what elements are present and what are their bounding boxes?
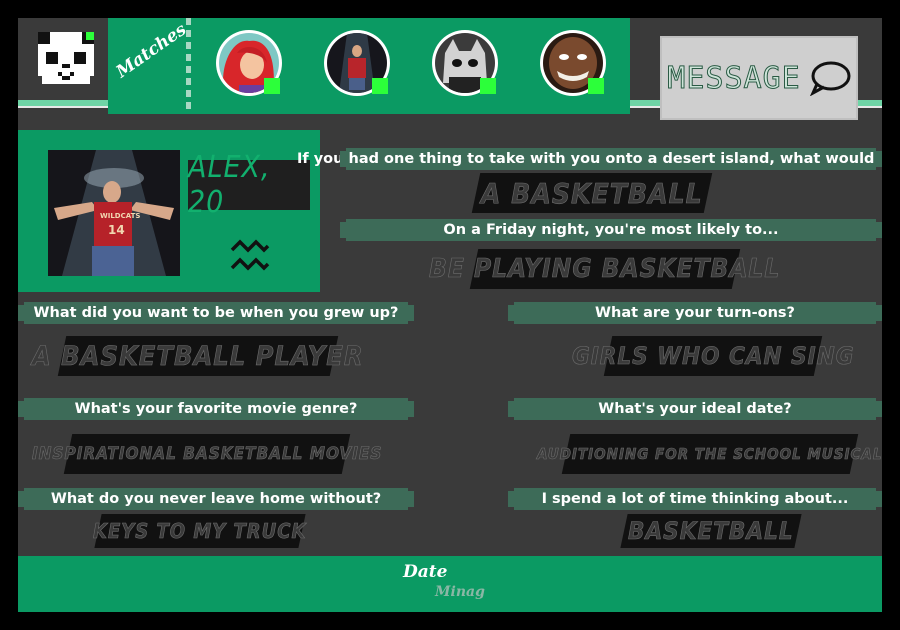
- footer-logo-line1: Date: [403, 562, 448, 582]
- footer-logo-line2: Minag: [435, 584, 485, 600]
- match-avatar-grin[interactable]: [540, 30, 606, 96]
- speech-bubble-icon: [809, 61, 851, 96]
- answer-never-leave: KEYS TO MY TRUCK: [93, 514, 307, 548]
- match-avatar-alex[interactable]: [324, 30, 390, 96]
- message-button[interactable]: MESSAGE: [660, 36, 858, 120]
- question-desert-island: If you had one thing to take with you on…: [297, 148, 882, 170]
- aquarius-icon: [230, 239, 270, 271]
- answer-text: GIRLS WHO CAN SING: [571, 342, 855, 371]
- matches-label: Matches: [112, 19, 191, 83]
- answer-text: BASKETBALL: [628, 517, 794, 546]
- matches-panel: Matches: [108, 18, 630, 114]
- online-status-dot: [264, 78, 280, 94]
- online-status-dot: [588, 78, 604, 94]
- answer-friday-night: BE PLAYING BASKETBALL: [429, 249, 781, 289]
- panda-icon: [38, 32, 94, 84]
- online-status-dot: [480, 78, 496, 94]
- footer: Date Minag: [18, 556, 882, 612]
- panda-logo[interactable]: [18, 18, 108, 100]
- profile-name: ALEX, 20: [188, 150, 310, 220]
- answer-movie-genre: INSPIRATIONAL BASKETBALL MOVIES: [32, 434, 382, 474]
- question-grow-up: What did you want to be when you grew up…: [18, 302, 414, 324]
- matches-divider: [186, 18, 191, 114]
- question-friday-night: On a Friday night, you're most likely to…: [340, 219, 882, 241]
- question-never-leave: What do you never leave home without?: [18, 488, 414, 510]
- answer-desert-island: A BASKETBALL: [471, 173, 713, 213]
- answer-text: A BASKETBALL: [481, 176, 703, 210]
- svg-text:14: 14: [108, 223, 125, 237]
- message-button-label: MESSAGE: [667, 60, 801, 96]
- answer-grow-up: A BASKETBALL PLAYER: [32, 336, 364, 376]
- answer-text: BE PLAYING BASKETBALL: [429, 254, 781, 285]
- online-status-dot: [372, 78, 388, 94]
- question-ideal-date: What's your ideal date?: [508, 398, 882, 420]
- answer-turn-ons: GIRLS WHO CAN SING: [571, 336, 855, 376]
- answer-text: KEYS TO MY TRUCK: [93, 519, 307, 544]
- answer-text: INSPIRATIONAL BASKETBALL MOVIES: [31, 444, 383, 465]
- match-avatar-cat[interactable]: [432, 30, 498, 96]
- app-frame: Matches MESSAGE WILDCATS 14 ALEX, 20 If …: [18, 18, 882, 612]
- footer-logo: Date Minag: [403, 562, 503, 606]
- match-avatar-ariel[interactable]: [216, 30, 282, 96]
- profile-card: WILDCATS 14 ALEX, 20: [18, 130, 320, 292]
- question-movie-genre: What's your favorite movie genre?: [18, 398, 414, 420]
- profile-photo: WILDCATS 14: [48, 150, 180, 276]
- question-thinking-about: I spend a lot of time thinking about...: [508, 488, 882, 510]
- top-bar: Matches MESSAGE: [18, 18, 882, 130]
- answer-text: AUDITIONING FOR THE SCHOOL MUSICAL: [537, 445, 882, 464]
- answer-thinking-about: BASKETBALL: [620, 514, 802, 548]
- answer-text: A BASKETBALL PLAYER: [32, 340, 364, 372]
- svg-text:WILDCATS: WILDCATS: [100, 212, 140, 220]
- answer-ideal-date: AUDITIONING FOR THE SCHOOL MUSICAL: [537, 434, 882, 474]
- question-turn-ons: What are your turn-ons?: [508, 302, 882, 324]
